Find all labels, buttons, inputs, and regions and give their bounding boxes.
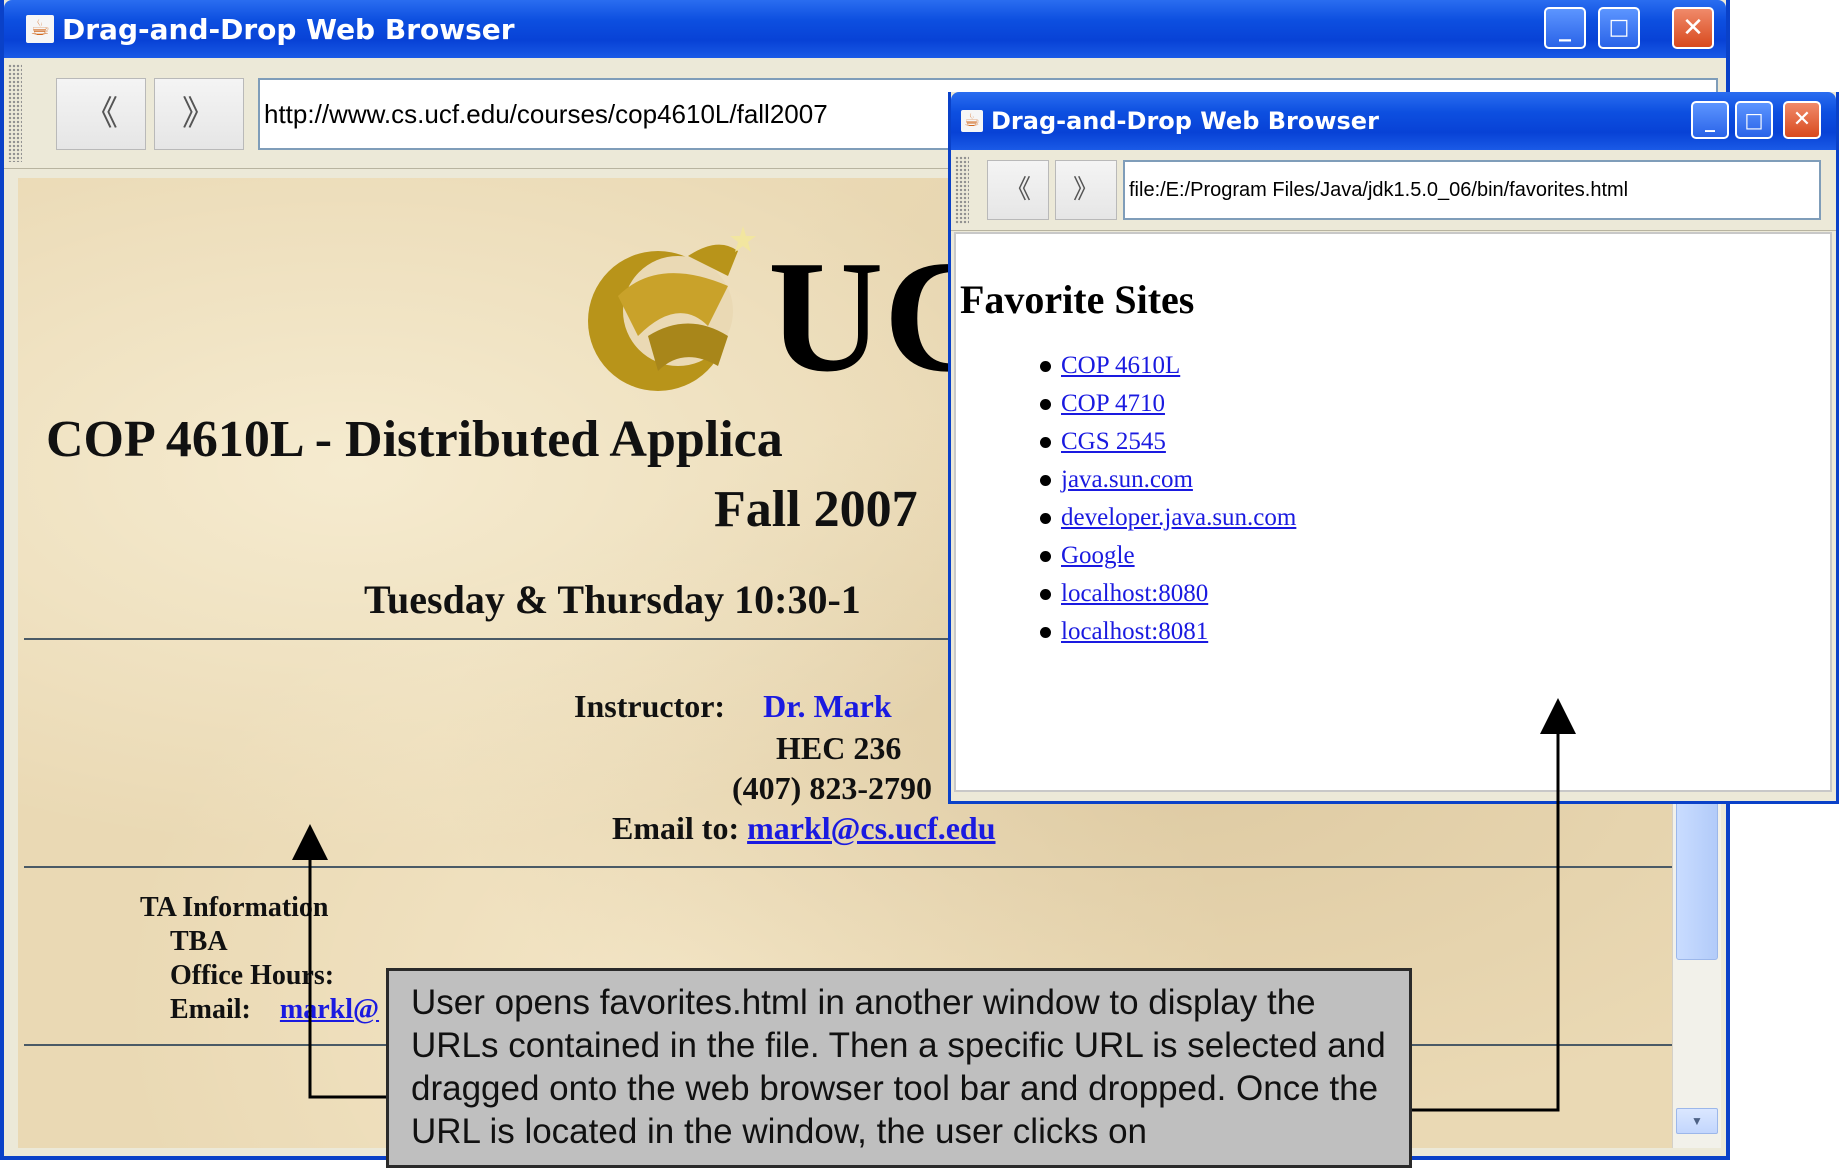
annotation-callout: User opens favorites.html in another win… <box>386 968 1412 1168</box>
chevron-left-icon: 《 <box>84 94 118 134</box>
java-cup-icon <box>26 15 54 43</box>
favorite-link[interactable]: Google <box>1061 542 1135 570</box>
favorites-list: COP 4610L COP 4710 CGS 2545 java.sun.com… <box>1040 347 1296 651</box>
favorite-link[interactable]: localhost:8080 <box>1061 580 1208 608</box>
course-title-line1: COP 4610L - Distributed Applica <box>46 411 783 468</box>
minimize-icon: _ <box>1559 14 1571 42</box>
bullet-icon <box>1040 360 1051 372</box>
email-line: Email to: markl@cs.ucf.edu <box>612 810 996 847</box>
favorite-link[interactable]: CGS 2545 <box>1061 428 1166 456</box>
schedule-text: Tuesday & Thursday 10:30-1 <box>364 577 861 622</box>
favorites-browser-window: Drag-and-Drop Web Browser _ □ ✕ 《 》 file… <box>948 92 1839 804</box>
close-button[interactable]: ✕ <box>1783 101 1821 139</box>
callout-text: User opens favorites.html in another win… <box>411 983 1386 1151</box>
list-item: localhost:8081 <box>1040 613 1296 651</box>
toolbar-grip[interactable] <box>8 64 22 162</box>
divider <box>24 866 1672 868</box>
url-text: file:/E:/Program Files/Java/jdk1.5.0_06/… <box>1129 179 1629 201</box>
minimize-button[interactable]: _ <box>1544 7 1586 49</box>
minimize-icon: _ <box>1705 108 1715 132</box>
list-item: CGS 2545 <box>1040 423 1296 461</box>
email-link[interactable]: markl@cs.ucf.edu <box>747 810 995 846</box>
back-button[interactable]: 《 <box>987 160 1049 220</box>
bullet-icon <box>1040 512 1051 524</box>
close-icon: ✕ <box>1792 107 1812 132</box>
list-item: developer.java.sun.com <box>1040 499 1296 537</box>
phone-text: (407) 823-2790 <box>732 770 932 806</box>
pegasus-icon <box>588 226 756 391</box>
bullet-icon <box>1040 474 1051 486</box>
ta-office-hours-label: Office Hours: <box>170 960 335 991</box>
bullet-icon <box>1040 588 1051 600</box>
maximize-icon: □ <box>1608 15 1630 40</box>
list-item: COP 4610L <box>1040 347 1296 385</box>
java-cup-icon <box>961 110 983 132</box>
forward-button[interactable]: 》 <box>154 78 244 150</box>
ta-email-label: Email: <box>170 994 251 1025</box>
list-item: localhost:8080 <box>1040 575 1296 613</box>
favorite-link[interactable]: COP 4610L <box>1061 352 1180 380</box>
ta-email-line: Email: markl@ <box>170 994 379 1026</box>
back-button[interactable]: 《 <box>56 78 146 150</box>
bullet-icon <box>1040 550 1051 562</box>
favorites-titlebar[interactable]: Drag-and-Drop Web Browser _ □ ✕ <box>951 92 1836 150</box>
ta-email-link[interactable]: markl@ <box>280 994 379 1025</box>
main-window-title: Drag-and-Drop Web Browser <box>62 12 515 46</box>
list-item: COP 4710 <box>1040 385 1296 423</box>
maximize-icon: □ <box>1744 108 1764 132</box>
scroll-thumb[interactable] <box>1676 778 1718 960</box>
list-item: java.sun.com <box>1040 461 1296 499</box>
maximize-button[interactable]: □ <box>1598 7 1640 49</box>
office-text: HEC 236 <box>776 730 902 766</box>
bullet-icon <box>1040 436 1051 448</box>
favorite-link[interactable]: COP 4710 <box>1061 390 1165 418</box>
main-titlebar[interactable]: Drag-and-Drop Web Browser _ □ ✕ <box>4 0 1726 58</box>
ta-heading: TA Information <box>140 892 329 923</box>
course-title-line2: Fall 2007 <box>714 481 918 538</box>
chevron-right-icon: 》 <box>1072 175 1099 205</box>
instructor-line: Instructor: Dr. Mark <box>574 688 892 725</box>
favorite-link[interactable]: java.sun.com <box>1061 466 1193 494</box>
chevron-left-icon: 《 <box>1004 175 1031 205</box>
close-button[interactable]: ✕ <box>1672 7 1714 49</box>
url-text: http://www.cs.ucf.edu/courses/cop4610L/f… <box>264 99 828 129</box>
minimize-button[interactable]: _ <box>1691 101 1729 139</box>
ucf-logo: UC <box>578 216 999 396</box>
email-label: Email to: <box>612 810 740 846</box>
chevron-right-icon: 》 <box>182 94 216 134</box>
ta-name: TBA <box>170 926 228 957</box>
toolbar-grip[interactable] <box>955 156 969 224</box>
favorites-heading: Favorite Sites <box>960 277 1195 322</box>
bullet-icon <box>1040 626 1051 638</box>
instructor-label: Instructor: <box>574 688 726 724</box>
url-field[interactable]: file:/E:/Program Files/Java/jdk1.5.0_06/… <box>1123 160 1821 220</box>
close-icon: ✕ <box>1682 13 1704 43</box>
favorites-toolbar: 《 》 file:/E:/Program Files/Java/jdk1.5.0… <box>951 150 1836 231</box>
scroll-down-button[interactable]: ▼ <box>1676 1108 1718 1134</box>
favorites-window-title: Drag-and-Drop Web Browser <box>991 107 1379 135</box>
maximize-button[interactable]: □ <box>1735 101 1773 139</box>
favorite-link[interactable]: developer.java.sun.com <box>1061 504 1296 532</box>
favorite-link[interactable]: localhost:8081 <box>1061 618 1208 646</box>
forward-button[interactable]: 》 <box>1055 160 1117 220</box>
bullet-icon <box>1040 398 1051 410</box>
favorites-page-content: Favorite Sites COP 4610L COP 4710 CGS 25… <box>954 232 1832 792</box>
instructor-link[interactable]: Dr. Mark <box>763 688 892 724</box>
list-item: Google <box>1040 537 1296 575</box>
